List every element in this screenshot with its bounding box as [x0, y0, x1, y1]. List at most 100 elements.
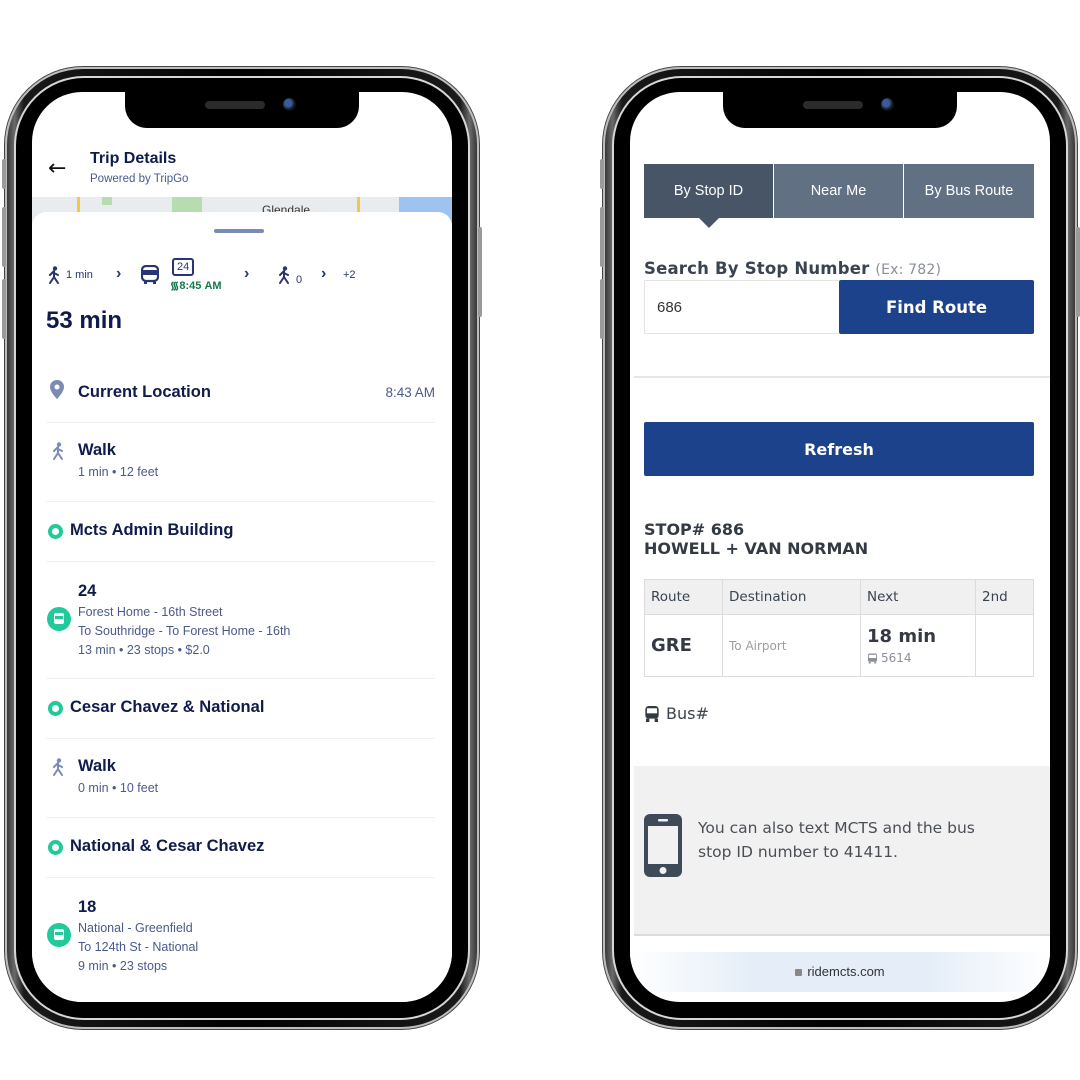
realtime-time: 8:45 AM — [179, 280, 222, 292]
smartphone-icon — [644, 814, 682, 877]
more-segments: +2 — [343, 269, 356, 281]
next-cell: 18 min 5614 — [860, 614, 976, 677]
refresh-button[interactable]: Refresh — [644, 422, 1034, 476]
divider — [634, 376, 1050, 378]
arrow-left-icon[interactable]: ← — [48, 156, 66, 181]
app-header: ← Trip Details Powered by TripGo — [32, 142, 452, 197]
find-route-button[interactable]: Find Route — [839, 280, 1034, 334]
route-badge: 24 — [172, 258, 195, 276]
realtime-departure: ᯾8:45 AM — [170, 280, 222, 292]
second-cell — [975, 614, 1034, 677]
tab-by-bus-route[interactable]: By Bus Route — [904, 164, 1034, 218]
col-route: Route — [644, 579, 723, 615]
drag-handle[interactable] — [214, 229, 264, 233]
mute-switch — [600, 159, 604, 189]
route-number: 18 — [78, 898, 97, 916]
walk-icon — [279, 266, 289, 284]
browser-url-bar[interactable]: ridemcts.com — [630, 952, 1050, 992]
phone-frame-right: By Stop ID Near Me By Bus Route Search B… — [600, 67, 1080, 1029]
segment-stop[interactable]: Cesar Chavez & National — [46, 679, 435, 739]
bus-icon — [867, 652, 878, 664]
arrivals-table: Route Destination Next 2nd GRE To Airpor… — [644, 579, 1034, 677]
route-direction: To Southridge - To Forest Home - 16th — [78, 624, 291, 638]
col-next: Next — [860, 579, 976, 615]
segment-title: Walk — [78, 441, 116, 459]
page-subtitle: Powered by TripGo — [90, 173, 189, 185]
bus-number: 5614 — [867, 651, 975, 665]
volume-up-button — [2, 207, 6, 267]
map-park — [102, 197, 112, 205]
walk-duration: 1 min — [66, 269, 93, 281]
active-tab-indicator — [699, 218, 719, 228]
volume-down-button — [600, 279, 604, 339]
volume-up-button — [600, 207, 604, 267]
segment-time: 8:43 AM — [385, 385, 435, 400]
notch — [125, 92, 359, 128]
chevron-right-icon: › — [244, 265, 250, 282]
segment-title: Walk — [78, 757, 116, 775]
speaker — [205, 101, 265, 109]
route-name: National - Greenfield — [78, 921, 193, 935]
search-label: Search By Stop Number (Ex: 782) — [644, 259, 941, 278]
notch — [723, 92, 957, 128]
location-pin-icon — [50, 380, 64, 399]
trip-summary: 1 min › 24 ᯾8:45 AM › 0 › +2 — [46, 258, 436, 296]
bus-tracker-screen: By Stop ID Near Me By Bus Route Search B… — [630, 92, 1050, 1002]
walk-icon — [49, 266, 59, 284]
segment-title: Current Location — [78, 383, 211, 401]
segment-walk[interactable]: Walk 1 min • 12 feet — [46, 423, 435, 502]
speaker — [803, 101, 863, 109]
segment-stop[interactable]: Mcts Admin Building — [46, 502, 435, 562]
destination-cell: To Airport — [722, 614, 861, 677]
front-camera — [283, 98, 296, 111]
segment-stop[interactable]: National & Cesar Chavez — [46, 818, 435, 878]
bus-number-legend-text: Bus# — [666, 704, 709, 723]
route-name: Forest Home - 16th Street — [78, 605, 223, 619]
text-mcts-info: You can also text MCTS and the bus stop … — [634, 766, 1050, 936]
walk-icon — [53, 758, 63, 776]
segment-title: National & Cesar Chavez — [70, 837, 265, 855]
power-button — [1076, 227, 1080, 317]
route-number: 24 — [78, 582, 97, 600]
stop-heading: STOP# 686 HOWELL + VAN NORMAN — [644, 520, 868, 558]
stop-number-input[interactable] — [644, 280, 839, 334]
segment-detail: 0 min • 10 feet — [78, 781, 159, 795]
tab-by-stop-id[interactable]: By Stop ID — [644, 164, 773, 218]
chevron-right-icon: › — [321, 265, 327, 282]
bus-number-legend: Bus# — [644, 704, 709, 723]
bus-icon — [47, 607, 71, 631]
front-camera — [881, 98, 894, 111]
route-info: 9 min • 23 stops — [78, 959, 168, 973]
segment-bus[interactable]: 18 National - Greenfield To 124th St - N… — [46, 878, 435, 995]
search-label-text: Search By Stop Number — [644, 259, 870, 278]
segment-title: Mcts Admin Building — [70, 521, 234, 539]
phone-frame-left: ← Trip Details Powered by TripGo Glendal… — [2, 67, 482, 1029]
table-row: GRE To Airport 18 min 5614 — [644, 614, 1034, 677]
trip-duration: 53 min — [46, 307, 123, 334]
chevron-right-icon: › — [116, 265, 122, 282]
bus-icon — [141, 265, 159, 284]
next-arrival: 18 min — [867, 626, 937, 647]
route-cell: GRE — [644, 614, 723, 677]
col-destination: Destination — [722, 579, 861, 615]
map-park — [172, 197, 202, 213]
stop-name: HOWELL + VAN NORMAN — [644, 539, 869, 558]
route-direction: To 124th St - National — [78, 940, 199, 954]
segment-bus[interactable]: 24 Forest Home - 16th Street To Southrid… — [46, 562, 435, 679]
text-info-message: You can also text MCTS and the bus stop … — [698, 819, 975, 861]
segment-walk[interactable]: Walk 0 min • 10 feet — [46, 739, 435, 818]
col-second: 2nd — [975, 579, 1034, 615]
search-mode-tabs: By Stop ID Near Me By Bus Route — [644, 164, 1034, 228]
walk-icon — [53, 442, 63, 460]
search-hint: (Ex: 782) — [875, 262, 942, 278]
segment-title: Cesar Chavez & National — [70, 698, 265, 716]
segment-detail: 1 min • 12 feet — [78, 465, 159, 479]
table-header-row: Route Destination Next 2nd — [644, 579, 1034, 615]
route-info: 13 min • 23 stops • $2.0 — [78, 643, 210, 657]
segment-origin[interactable]: Current Location 8:43 AM — [46, 370, 435, 423]
tab-near-me[interactable]: Near Me — [774, 164, 903, 218]
mute-switch — [2, 159, 6, 189]
volume-down-button — [2, 279, 6, 339]
bus-icon — [47, 923, 71, 947]
lock-icon — [795, 969, 803, 976]
